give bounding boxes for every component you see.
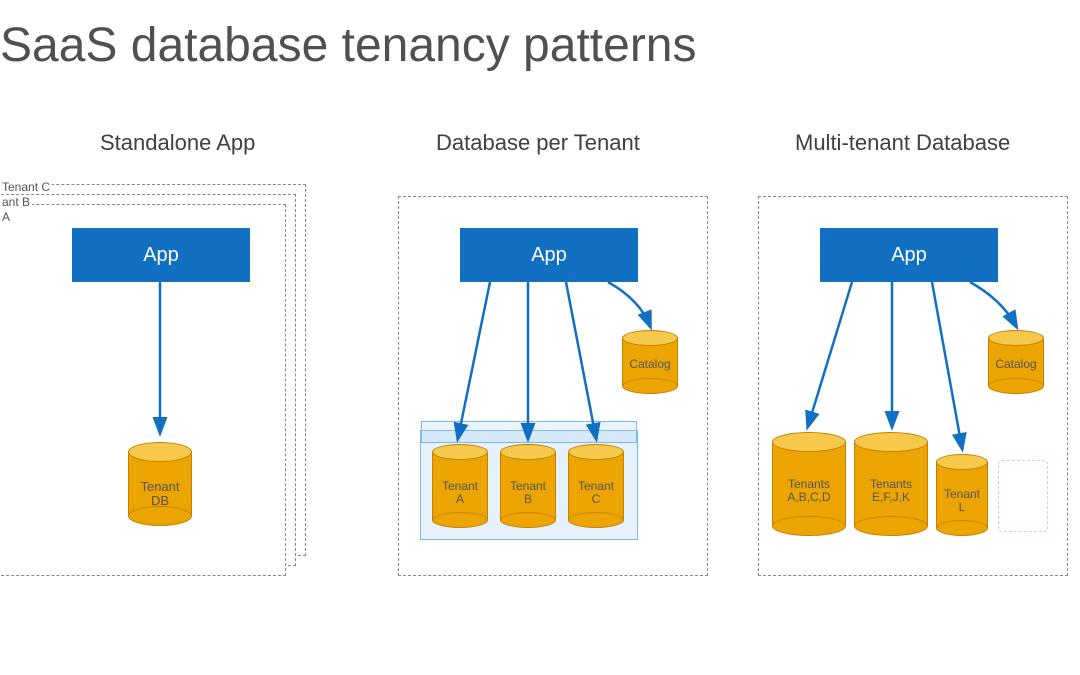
per-tenant-db-b: Tenant B — [500, 444, 556, 528]
per-tenant-db-a: Tenant A — [432, 444, 488, 528]
stack-tag-b: ant B — [0, 195, 32, 209]
stack-tag-a: A — [0, 210, 12, 224]
section-label-multi-tenant: Multi-tenant Database — [795, 130, 1010, 156]
per-tenant-db-c: Tenant C — [568, 444, 624, 528]
per-tenant-db-c-label: Tenant C — [568, 480, 624, 506]
multi-tenant-db-3-label: Tenant L — [936, 488, 988, 514]
standalone-db-label: Tenant DB — [128, 480, 192, 509]
multi-tenant-app-box: App — [820, 228, 998, 282]
multi-tenant-db-1: Tenants A,B,C,D — [772, 432, 846, 536]
slide-title: SaaS database tenancy patterns — [0, 18, 697, 73]
standalone-db: Tenant DB — [128, 442, 192, 526]
per-tenant-catalog-label: Catalog — [622, 358, 678, 371]
per-tenant-app-box: App — [460, 228, 638, 282]
per-tenant-db-b-label: Tenant B — [500, 480, 556, 506]
multi-tenant-db-2-label: Tenants E,F,J,K — [854, 478, 928, 504]
multi-tenant-ghost-db — [998, 460, 1048, 532]
multi-tenant-db-2: Tenants E,F,J,K — [854, 432, 928, 536]
multi-tenant-catalog-label: Catalog — [988, 358, 1044, 371]
multi-tenant-db-1-label: Tenants A,B,C,D — [772, 478, 846, 504]
section-label-standalone: Standalone App — [100, 130, 255, 156]
stack-tag-c: Tenant C — [0, 180, 52, 194]
per-tenant-catalog-db: Catalog — [622, 330, 678, 394]
standalone-app-box: App — [72, 228, 250, 282]
multi-tenant-catalog-db: Catalog — [988, 330, 1044, 394]
multi-tenant-db-3: Tenant L — [936, 454, 988, 536]
per-tenant-db-a-label: Tenant A — [432, 480, 488, 506]
section-label-per-tenant: Database per Tenant — [436, 130, 640, 156]
